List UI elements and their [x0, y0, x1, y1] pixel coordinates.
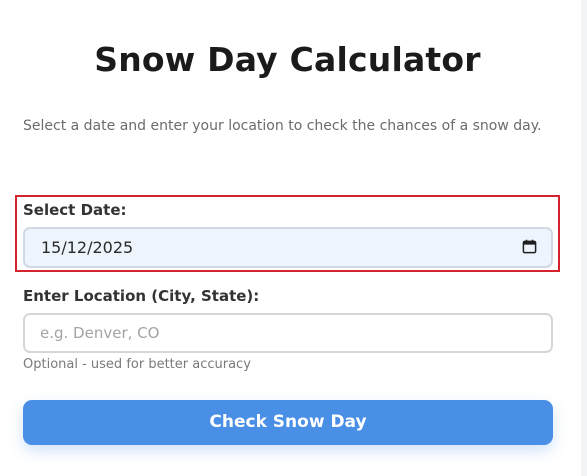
date-label: Select Date:	[23, 201, 127, 219]
location-placeholder: e.g. Denver, CO	[40, 324, 160, 342]
page-title: Snow Day Calculator	[94, 40, 481, 79]
snow-day-calculator-page: Snow Day Calculator Select a date and en…	[0, 0, 587, 476]
scrollbar-track	[581, 0, 587, 476]
calendar-icon[interactable]	[522, 239, 537, 254]
check-snow-day-button[interactable]: Check Snow Day	[23, 400, 553, 445]
date-value: 15/12/2025	[41, 238, 134, 257]
location-label: Enter Location (City, State):	[23, 287, 260, 305]
date-input[interactable]: 15/12/2025	[23, 227, 553, 268]
location-input[interactable]: e.g. Denver, CO	[23, 313, 553, 353]
location-hint: Optional - used for better accuracy	[23, 357, 251, 372]
page-subtitle: Select a date and enter your location to…	[23, 118, 542, 134]
